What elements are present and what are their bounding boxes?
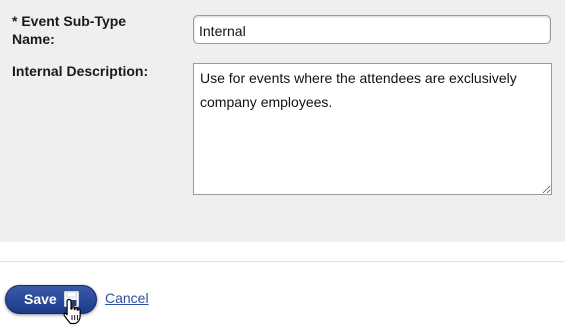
hand-pointer-icon [63, 298, 81, 325]
save-button-label: Save [24, 291, 57, 307]
event-subtype-name-input[interactable] [193, 15, 551, 44]
internal-description-textarea[interactable]: Use for events where the attendees are e… [193, 63, 552, 195]
divider [0, 261, 565, 262]
form-panel: * Event Sub-Type Name: Internal Descript… [0, 0, 565, 242]
internal-description-label: Internal Description: [12, 63, 149, 79]
event-subtype-name-label: * Event Sub-Type Name: [12, 13, 127, 47]
cancel-link[interactable]: Cancel [105, 290, 149, 306]
